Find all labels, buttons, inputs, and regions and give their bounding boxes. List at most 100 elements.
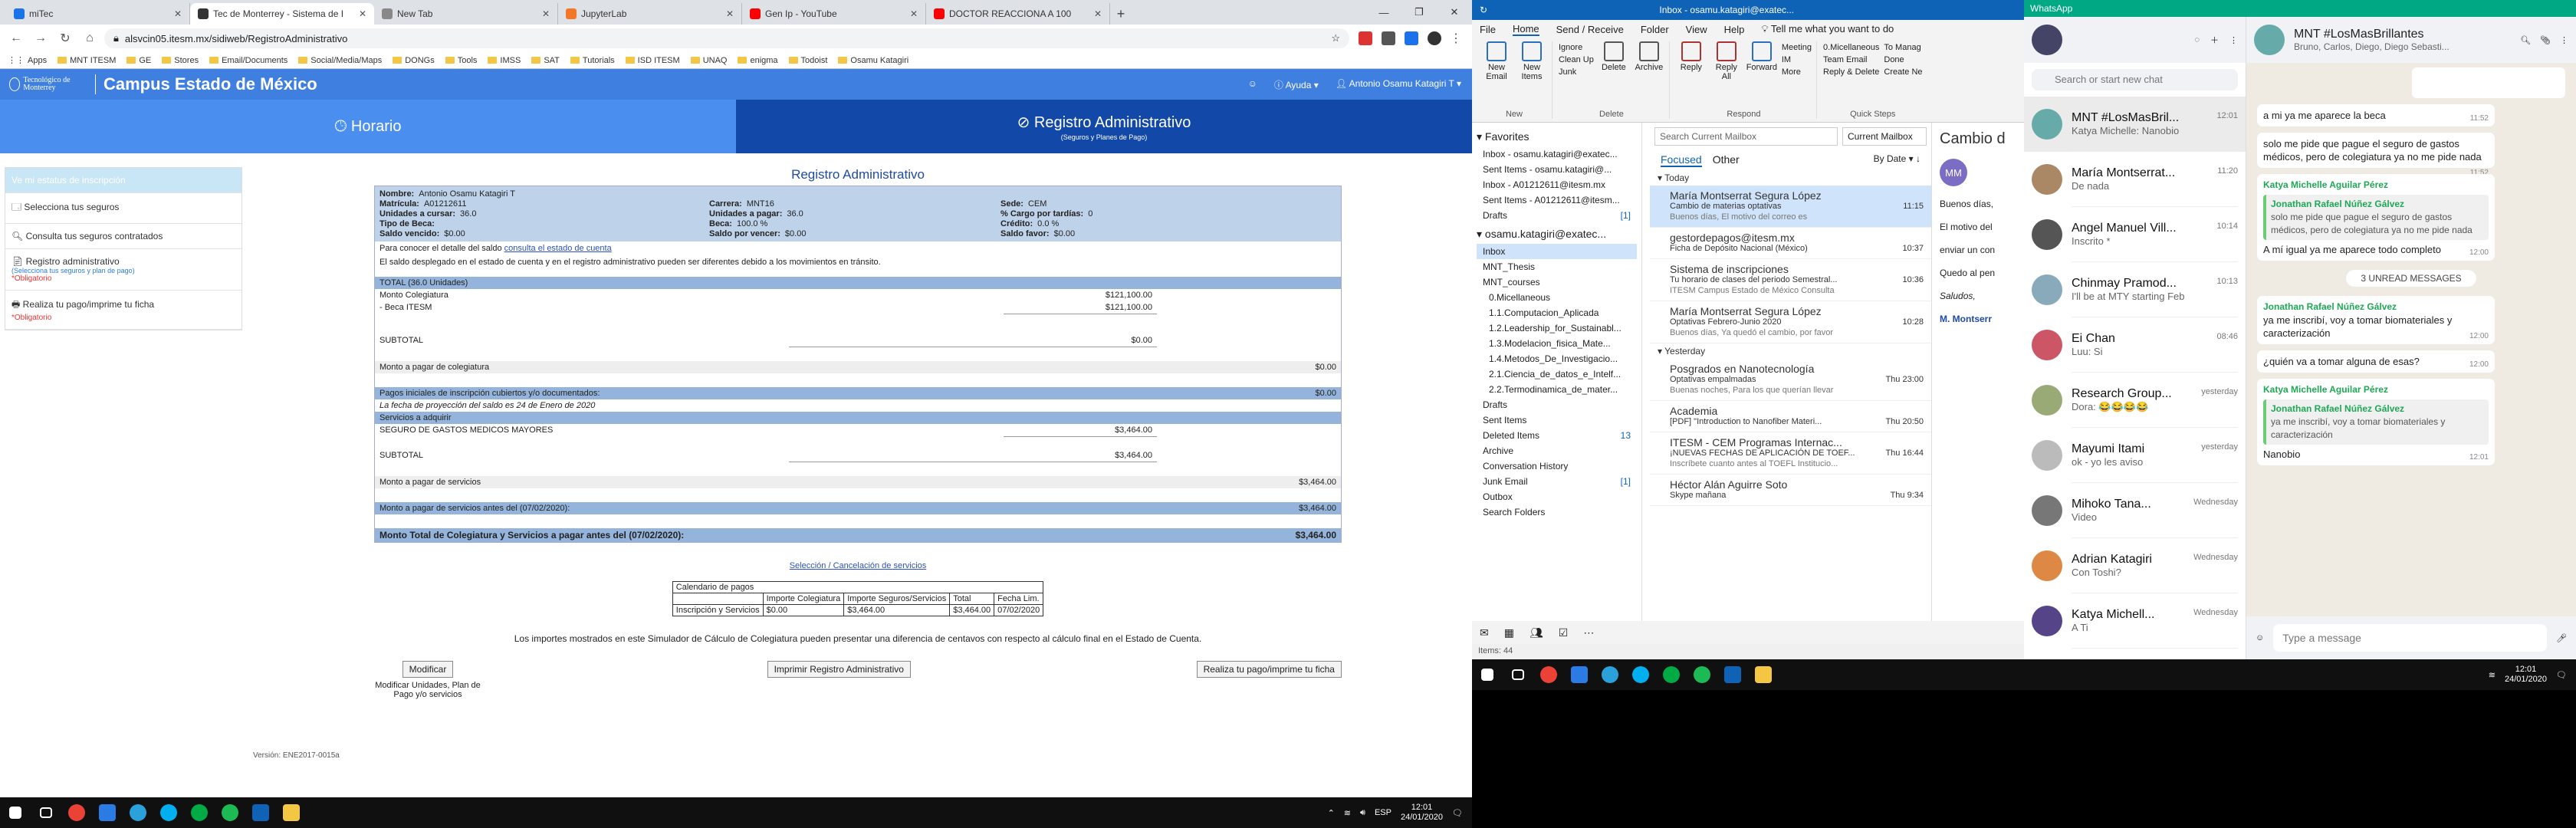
close-icon[interactable]: ✕ — [174, 8, 182, 19]
bookmark-item[interactable]: Social/Media/Maps — [298, 56, 382, 65]
chat-item[interactable]: Adrian Katagiri Wednesday Con Toshi? — [2024, 538, 2246, 593]
qs-micellaneous[interactable]: 0.Micellaneous — [1823, 41, 1879, 54]
menu-icon[interactable]: ⋮ — [2560, 35, 2568, 45]
skype-taskbar-icon[interactable] — [153, 797, 184, 828]
favorites-header[interactable]: ▾ Favorites — [1477, 130, 1637, 143]
bookmark-item[interactable]: enigma — [738, 56, 778, 65]
menu-send-receive[interactable]: Send / Receive — [1556, 24, 1624, 35]
close-icon[interactable]: ✕ — [910, 8, 918, 19]
tell-me-search[interactable]: 💡︎ Tell me what you want to do — [1761, 23, 1894, 35]
minimize-icon[interactable]: — — [1366, 0, 1401, 25]
bookmark-item[interactable]: MNT ITESM — [58, 56, 116, 65]
forward-icon[interactable]: → — [31, 28, 51, 48]
explorer-taskbar-icon[interactable] — [276, 797, 307, 828]
reload-icon[interactable]: ↻ — [55, 28, 75, 48]
extension-icon[interactable] — [1382, 31, 1395, 45]
task-view-icon[interactable] — [31, 797, 61, 828]
mail-taskbar-icon[interactable] — [1564, 659, 1595, 690]
people-icon[interactable]: 👥︎ — [1530, 626, 1543, 639]
mail-folder[interactable]: Outbox — [1477, 489, 1637, 504]
menu-item-registro[interactable]: 📄︎ Registro administrativo (Selecciona tu… — [5, 249, 242, 291]
bookmark-item[interactable]: ISD ITESM — [625, 56, 680, 65]
mail-folder[interactable]: Archive — [1477, 443, 1637, 458]
archive-button[interactable]: Archive — [1634, 41, 1664, 72]
mail-folder[interactable]: 1.1.Computacion_Aplicada — [1477, 305, 1637, 320]
mail-item[interactable]: Posgrados en Nanotecnología Optativas emp… — [1650, 359, 1931, 401]
reply-all-button[interactable]: Reply All — [1711, 41, 1742, 81]
chat-search-input[interactable]: Search or start new chat — [2032, 69, 2238, 90]
more-button[interactable]: More — [1782, 66, 1812, 78]
close-icon[interactable]: ✕ — [1094, 8, 1102, 19]
tab-youtube-2[interactable]: DOCTOR REACCIONA A 100 ✕ — [926, 3, 1110, 25]
bookmark-item[interactable]: Stores — [162, 56, 199, 65]
mail-folder[interactable]: Junk Email [1] — [1477, 474, 1637, 489]
tab-registro-administrativo[interactable]: ⊘ Registro Administrativo (Seguros y Plan… — [736, 100, 1472, 153]
mail-folder[interactable]: Search Folders — [1477, 504, 1637, 520]
clock-right[interactable]: 12:01 24/01/2020 — [2505, 665, 2547, 685]
mail-item[interactable]: Héctor Alán Aguirre Soto Skype mañana Thu … — [1650, 475, 1931, 506]
menu-item-estatus[interactable]: Ve mi estatus de inscripción — [5, 168, 242, 193]
my-avatar[interactable] — [2032, 25, 2062, 55]
favorite-folder[interactable]: Sent Items - osamu.katagiri@... — [1477, 162, 1637, 177]
menu-icon[interactable]: ⋮ — [1446, 28, 1466, 48]
bookmark-item[interactable]: SAT — [531, 56, 560, 65]
close-window-icon[interactable]: ✕ — [1437, 0, 1472, 25]
realiza-pago-button[interactable]: Realiza tu pago/imprime tu ficha — [1196, 661, 1342, 678]
start-icon[interactable] — [0, 797, 31, 828]
emoji-icon[interactable]: ☺ — [2256, 633, 2264, 642]
tab-focused[interactable]: Focused — [1661, 153, 1702, 167]
smile-icon[interactable]: ☺ — [1248, 78, 1257, 91]
message-bubble[interactable]: Katya Michelle Aguilar Pérez Jonathan Raf… — [2257, 174, 2495, 261]
mail-item[interactable]: Academia [PDF] "Introduction to Nanofiber… — [1650, 401, 1931, 432]
mail-icon[interactable]: ✉ — [1480, 626, 1489, 639]
tab-horario[interactable]: 🕒︎ Horario — [0, 100, 736, 153]
seleccion-servicios-link[interactable]: Selección / Cancelación de servicios — [790, 561, 927, 570]
cleanup-button[interactable]: Clean Up — [1559, 54, 1594, 66]
star-icon[interactable]: ☆ — [1331, 32, 1340, 44]
wifi-icon[interactable]: ≋ — [1344, 808, 1351, 818]
search-icon[interactable]: 🔍︎ — [2520, 35, 2531, 45]
mail-taskbar-icon[interactable] — [92, 797, 123, 828]
junk-button[interactable]: Junk — [1559, 66, 1594, 78]
quoted-message[interactable]: Jonathan Rafael Núñez Gálvez solo me pide… — [2263, 195, 2489, 240]
sync-icon[interactable]: ↻ — [1480, 5, 1487, 15]
im-button[interactable]: IM — [1782, 54, 1812, 66]
bookmark-item[interactable]: Tutorials — [570, 56, 615, 65]
favorite-folder[interactable]: Inbox - osamu.katagiri@exatec... — [1477, 146, 1637, 162]
tab-registro[interactable]: Tec de Monterrey - Sistema de I ✕ — [190, 3, 374, 25]
tab-new-tab[interactable]: New Tab ✕ — [374, 3, 558, 25]
message-bubble[interactable]: Katya Michelle Aguilar Pérez Jonathan Raf… — [2257, 379, 2495, 465]
bookmark-item[interactable]: Tools — [445, 56, 477, 65]
delete-button[interactable]: Delete — [1598, 41, 1629, 72]
mail-folder[interactable]: Drafts — [1477, 397, 1637, 412]
language-indicator[interactable]: ESP — [1375, 808, 1392, 817]
menu-item-consulta-seguros[interactable]: 🔍︎ Consulta tus seguros contratados — [5, 224, 242, 249]
scope-select[interactable]: Current Mailbox — [1842, 127, 1927, 146]
menu-file[interactable]: File — [1480, 24, 1496, 35]
sort-by-date[interactable]: By Date ▾ ↓ — [1874, 153, 1921, 167]
account-header[interactable]: ▾ osamu.katagiri@exatec... — [1477, 228, 1637, 241]
message-input[interactable]: Type a message — [2273, 624, 2548, 652]
chat-item[interactable]: Ei Chan 08:46 Luu: Si — [2024, 317, 2246, 373]
bookmark-item[interactable]: Osamu Katagiri — [838, 56, 909, 65]
mail-folder[interactable]: Sent Items — [1477, 412, 1637, 428]
tab-jupyterlab[interactable]: JupyterLab ✕ — [558, 3, 742, 25]
favorite-folder[interactable]: Inbox - A01212611@itesm.mx — [1477, 177, 1637, 192]
chat-item[interactable]: Mayumi Itami yesterday ok - yo les aviso — [2024, 428, 2246, 483]
qs-to-manager[interactable]: To Manag — [1884, 41, 1922, 54]
mail-folder[interactable]: 1.3.Modelacion_fisica_Mate... — [1477, 336, 1637, 351]
group-yesterday[interactable]: ▾ Yesterday — [1650, 343, 1931, 359]
more-icon[interactable]: ⋯ — [1583, 626, 1594, 639]
new-email-button[interactable]: New Email — [1481, 41, 1512, 81]
message-bubble[interactable]: solo me pide que pague el seguro de gast… — [2257, 133, 2495, 177]
mail-folder[interactable]: 2.2.Termodinamica_de_mater... — [1477, 382, 1637, 397]
mail-folder[interactable]: Deleted Items 13 — [1477, 428, 1637, 443]
meeting-button[interactable]: Meeting — [1782, 41, 1812, 54]
task-view-icon[interactable] — [1503, 659, 1533, 690]
bookmark-item[interactable]: Todoist — [788, 56, 827, 65]
bookmark-item[interactable]: GE — [127, 56, 151, 65]
chat-item[interactable]: MNT #LosMasBril... 12:01 Katya Michelle: N… — [2024, 97, 2246, 152]
mail-folder[interactable]: Conversation History — [1477, 458, 1637, 474]
mail-folder[interactable]: MNT_Thesis — [1477, 259, 1637, 274]
clock[interactable]: 12:01 24/01/2020 — [1401, 803, 1443, 823]
